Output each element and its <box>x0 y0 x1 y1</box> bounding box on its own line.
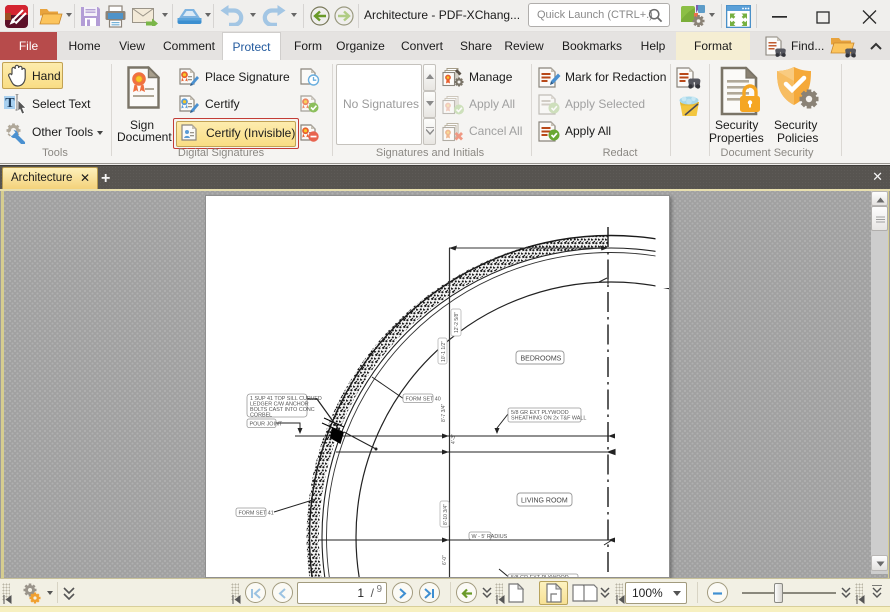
svg-text:POUR JOINT: POUR JOINT <box>250 422 283 428</box>
svg-text:SHEATHING ON 2x T&F WALL: SHEATHING ON 2x T&F WALL <box>511 416 586 422</box>
svg-text:LIVING ROOM: LIVING ROOM <box>521 498 568 505</box>
svg-text:FORM SET 40: FORM SET 40 <box>406 397 441 403</box>
svg-text:8'-7 3/4": 8'-7 3/4" <box>441 403 447 422</box>
svg-text:6'-0": 6'-0" <box>442 555 448 565</box>
svg-text:4'-3": 4'-3" <box>451 434 457 444</box>
svg-text:FORM SET 41: FORM SET 41 <box>239 511 274 517</box>
svg-text:CORBEL: CORBEL <box>250 413 272 419</box>
svg-text:W - 5' RADIUS: W - 5' RADIUS <box>472 534 508 540</box>
svg-text:BEDROOMS: BEDROOMS <box>521 356 562 363</box>
svg-text:T: T <box>5 96 15 111</box>
svg-text:12'-2 5/8": 12'-2 5/8" <box>454 312 460 333</box>
svg-text:10'-1 1/2": 10'-1 1/2" <box>441 341 447 362</box>
svg-text:8'-10 3/4": 8'-10 3/4" <box>443 504 449 525</box>
